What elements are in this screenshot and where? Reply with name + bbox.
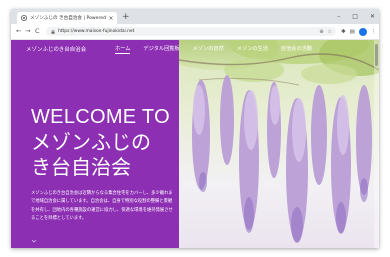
extension-puzzle-icon[interactable]: ✱ — [341, 29, 346, 35]
web-page: メゾンふじのき台自治会 ホーム デジタル回覧板 メゾンの自然 メゾンの生活 自治… — [11, 40, 379, 248]
nav-item-home[interactable]: ホーム — [115, 45, 131, 54]
minimize-button[interactable]: – — [337, 13, 340, 20]
back-button[interactable]: ← — [16, 27, 21, 36]
page-scrollbar[interactable] — [374, 40, 379, 248]
chevron-down-icon[interactable] — [31, 238, 37, 244]
forward-button[interactable]: → — [25, 27, 30, 36]
reading-list-icon[interactable]: ▤ — [350, 29, 355, 35]
close-window-button[interactable]: ✕ — [370, 13, 375, 20]
menu-kebab-icon[interactable]: ⋮ — [371, 29, 377, 35]
nav-item-nature[interactable]: メゾンの自然 — [193, 45, 224, 54]
wisteria-photo — [179, 40, 379, 248]
nav-item-life[interactable]: メゾンの生活 — [237, 45, 268, 54]
zoom-icon[interactable]: ⊕ — [319, 29, 323, 35]
browser-window: メゾンふじの き台自治会 | Powered by サ × + – □ ✕ ← … — [11, 9, 379, 248]
nav-item-activities[interactable]: 自治会の活動 — [281, 45, 312, 54]
wisteria-illustration — [179, 40, 379, 243]
hero-title: WELCOME TO メゾンふじの き台自治会 — [31, 105, 181, 180]
hero-title-line1: WELCOME TO — [31, 106, 170, 128]
hero-title-line2: メゾンふじの — [31, 130, 151, 154]
omnibox-actions: ⊕ ☆ — [319, 27, 332, 36]
browser-toolbar: ← → C https://www.maison-fujinokidai.net… — [11, 24, 379, 40]
site-logo[interactable]: メゾンふじのき台自治会 — [26, 45, 86, 53]
hero-title-line3: き台自治会 — [31, 155, 131, 179]
site-nav: ホーム デジタル回覧板 メゾンの自然 メゾンの生活 自治会の活動 — [115, 45, 325, 54]
nav-item-digital-circular[interactable]: デジタル回覧板 — [143, 45, 179, 54]
bookmark-star-icon[interactable]: ☆ — [328, 29, 332, 35]
site-header: メゾンふじのき台自治会 ホーム デジタル回覧板 メゾンの自然 メゾンの生活 自治… — [11, 40, 379, 56]
profile-avatar[interactable] — [358, 27, 367, 36]
url-text: https://www.maison-fujinokidai.net — [58, 29, 135, 34]
address-bar[interactable]: https://www.maison-fujinokidai.net ⊕ ☆ — [46, 27, 336, 36]
scrollbar-thumb[interactable] — [375, 44, 378, 66]
window-controls: – □ ✕ — [337, 9, 375, 24]
reload-button[interactable]: C — [35, 27, 40, 36]
browser-tab[interactable]: メゾンふじの き台自治会 | Powered by サ × — [17, 12, 117, 24]
tab-strip: メゾンふじの き台自治会 | Powered by サ × + – □ ✕ — [11, 9, 379, 24]
lock-icon — [51, 29, 55, 34]
extension-area: ✱ ▤ ⋮ — [341, 27, 376, 36]
maximize-button[interactable]: □ — [352, 13, 358, 20]
new-tab-button[interactable]: + — [122, 11, 130, 23]
hero-description: メゾンふじのき台自治会は近隣からなる集合住宅をカバーし、多少離れまで地域自治会に… — [31, 191, 173, 221]
tab-close-icon[interactable]: × — [107, 15, 115, 22]
site-favicon-icon — [21, 15, 27, 21]
tab-title: メゾンふじの き台自治会 | Powered by サ — [30, 16, 107, 21]
